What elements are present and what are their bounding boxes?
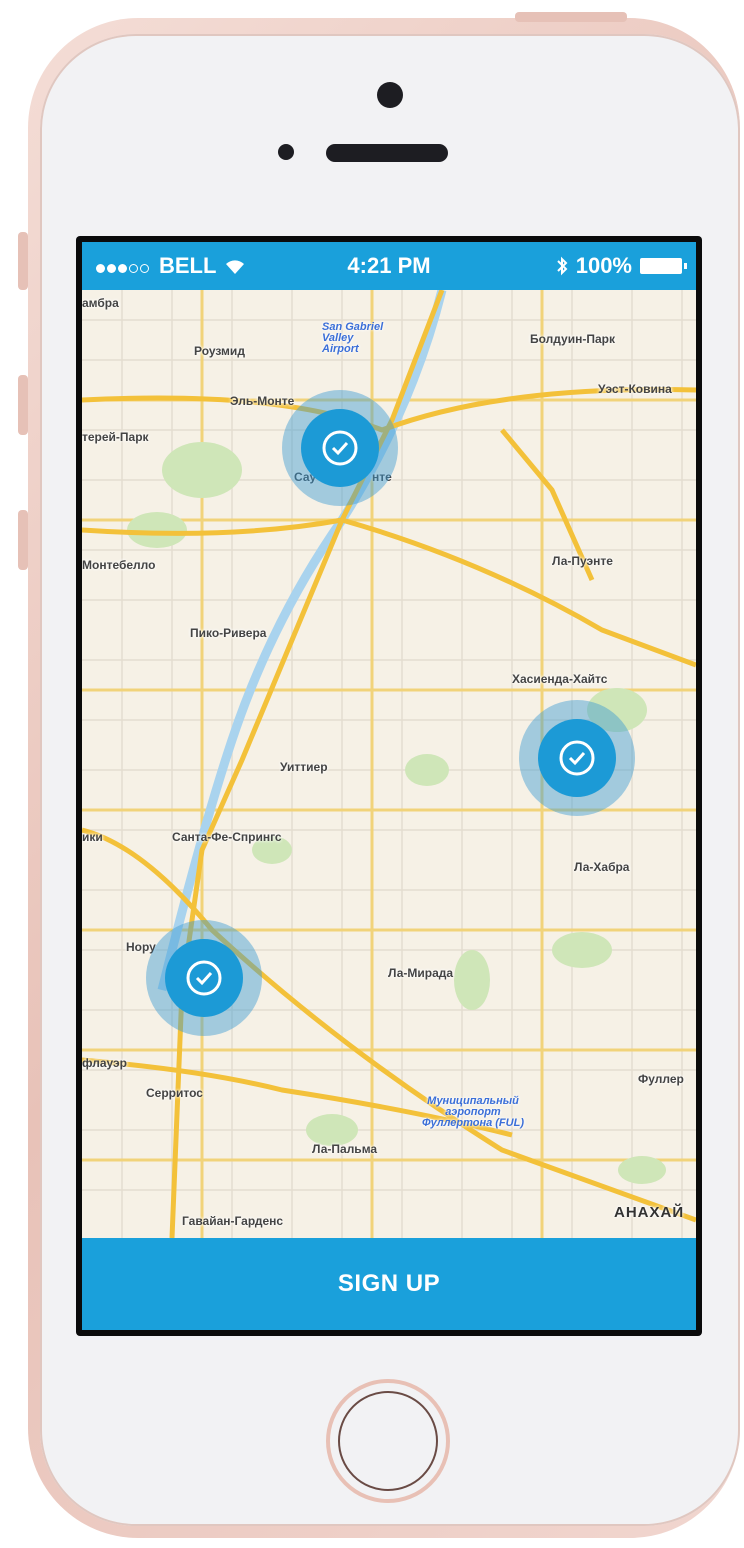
proximity-sensor (278, 144, 294, 160)
map-place-label: Уиттиер (280, 760, 328, 774)
map-place-label: Ла-Пуэнте (552, 554, 613, 568)
bluetooth-icon (557, 256, 568, 276)
map-place-label: Санта-Фе-Спрингс (172, 830, 282, 844)
battery-percent: 100% (575, 253, 632, 278)
airport-label: San Gabriel Valley Airport (322, 321, 384, 355)
map-place-label: Серритос (146, 1086, 203, 1100)
map-place-label: АНАХАЙ (614, 1204, 685, 1221)
battery-icon (640, 258, 687, 274)
front-camera (377, 82, 403, 108)
power-button (515, 12, 627, 22)
volume-up-button (18, 375, 28, 435)
map-view[interactable]: амбра Роузмид Эль-Монте терей-Парк Сау н… (82, 290, 696, 1238)
mute-switch (18, 232, 28, 290)
map-place-label: флауэр (82, 1056, 127, 1070)
map-place-label: Ла-Мирада (388, 966, 454, 980)
map-place-label: Болдуин-Парк (530, 332, 615, 346)
map-place-label: Ла-Пальма (312, 1142, 378, 1156)
phone-screen: BELL 4:21 PM 100% амбра Роузмид Эль-Монт… (76, 236, 702, 1336)
home-button[interactable] (326, 1379, 450, 1503)
sign-up-button[interactable]: SIGN UP (82, 1238, 696, 1330)
volume-down-button (18, 510, 28, 570)
map-place-label: Пико-Ривера (190, 626, 267, 640)
map-place-label: терей-Парк (82, 430, 149, 444)
map-place-label: амбра (82, 296, 119, 310)
check-circle-icon (186, 960, 222, 996)
map-place-label: Эль-Монте (230, 394, 295, 408)
map-location-marker[interactable] (519, 700, 635, 816)
map-place-label: Ла-Хабра (574, 860, 630, 874)
map-place-label: Фуллер (638, 1072, 684, 1086)
earpiece-speaker (326, 144, 448, 162)
map-place-label: Монтебелло (82, 558, 156, 572)
airport-label: Муниципальный аэропорт Фуллертона (FUL) (422, 1095, 524, 1129)
map-place-label: ики (82, 830, 103, 844)
map-place-label: Гавайан-Гарденс (182, 1214, 284, 1228)
map-location-marker[interactable] (282, 390, 398, 506)
map-place-label: Уэст-Ковина (598, 382, 672, 396)
map-location-marker[interactable] (146, 920, 262, 1036)
check-circle-icon (322, 430, 358, 466)
check-circle-icon (559, 740, 595, 776)
status-bar: BELL 4:21 PM 100% (82, 242, 696, 290)
map-place-label: Роузмид (194, 344, 245, 358)
map-place-label: Хасиенда-Хайтс (512, 672, 608, 686)
